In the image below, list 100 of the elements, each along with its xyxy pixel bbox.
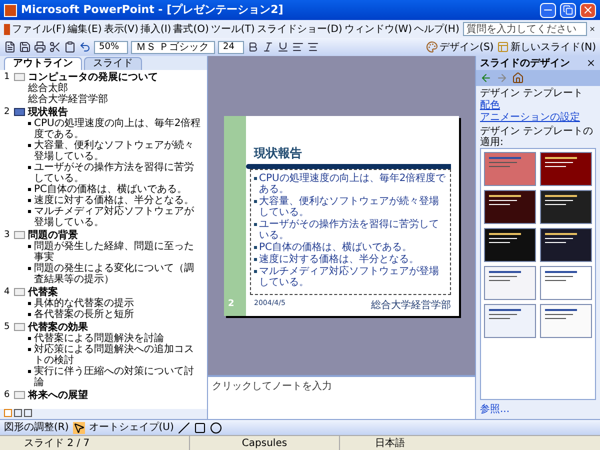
select-pointer-icon[interactable] [72,422,85,434]
back-icon[interactable] [480,72,492,84]
bullet-text: 大容量、便利なソフトウェアが続々登場している。 [259,196,440,218]
bullet-icon [28,337,31,340]
bullet-icon [254,200,257,202]
outline-title[interactable]: 問題の背景 [28,230,78,241]
sorter-view-icon[interactable] [14,409,22,417]
design-button[interactable]: デザイン(S) [426,40,494,54]
outline-text: 実行に伴う圧縮への対策について討論 [34,366,195,388]
menu-item[interactable]: ウィンドウ(W) [344,22,412,36]
outline-title[interactable]: 将来への展望 [28,390,88,401]
close-button[interactable] [580,2,596,18]
bullet-icon [254,246,257,248]
slide-title: 現状報告 [252,144,303,162]
template-thumbnail[interactable] [484,304,536,338]
menu-item[interactable]: スライドショー(D) [256,22,342,36]
outline-text: 対応策による問題解決への追加コストの検討 [34,344,195,366]
template-thumbnail[interactable] [484,228,536,262]
outline-text: 大容量、便利なソフトウェアが続々登場している。 [34,140,195,162]
bullet-icon [28,199,31,202]
notes-field[interactable]: クリックしてノートを入力 [208,375,475,419]
slide-footer: 総合大学経営学部 [371,298,451,312]
outline-text: PC自体の価格は、横ばいである。 [34,184,188,195]
zoom-field[interactable]: 50% [94,40,128,54]
bold-icon[interactable] [247,41,259,53]
outline-title[interactable]: コンピュータの発展について [28,72,158,83]
paste-icon[interactable] [64,41,76,53]
italic-icon[interactable] [262,41,274,53]
template-thumbnail[interactable] [540,190,592,224]
align-left-icon[interactable] [292,41,304,53]
close-icon [582,4,594,16]
bullet-icon [254,222,257,226]
status-design: Capsules [190,436,340,450]
new-icon[interactable] [4,41,16,53]
menu-item[interactable]: ファイル(F) [12,22,66,36]
template-thumbnail[interactable] [484,152,536,186]
template-thumbnail[interactable] [540,266,592,300]
task-pane-title: スライドのデザイン [480,56,571,70]
slide-number: 2 [4,107,11,118]
restore-button[interactable] [560,2,576,18]
align-center-icon[interactable] [307,41,319,53]
outline-text: 総合大学経営学部 [28,94,108,105]
task-link[interactable]: デザイン テンプレート [480,88,596,100]
template-thumbnail[interactable] [484,266,536,300]
new-slide-button[interactable]: 新しいスライド(N) [496,40,596,54]
normal-view-icon[interactable] [4,409,12,417]
rectangle-icon[interactable] [194,422,206,434]
outline-title[interactable]: 代替案の効果 [28,322,88,333]
browse-link[interactable]: 参照... [476,400,600,419]
template-thumbnail[interactable] [540,228,592,262]
slide-number: 1 [4,72,11,83]
oval-icon[interactable] [210,422,222,434]
cut-icon[interactable] [49,41,61,53]
menu-item[interactable]: 表示(V) [104,22,138,36]
font-field[interactable]: ＭＳ Ｐゴシック [131,40,215,54]
slide-icon[interactable] [14,108,25,116]
line-icon[interactable] [178,422,190,434]
template-thumbnail[interactable] [540,152,592,186]
outline-text: CPUの処理速度の向上は、毎年2倍程度である。 [34,118,202,140]
template-thumbnail[interactable] [484,190,536,224]
autoshape-button[interactable]: オートシェイプ(U) [88,420,174,435]
bullet-icon [28,370,31,373]
draw-menu-button[interactable]: 図形の調整(R) [4,420,69,435]
slideshow-view-icon[interactable] [24,409,32,417]
outline-title[interactable]: 代替案 [28,287,58,298]
bullet-icon [254,270,257,272]
pane-tab[interactable]: アウトライン [4,57,82,70]
slide-number-text: 2 [228,298,236,311]
slide-number: 6 [4,390,11,401]
home-icon[interactable] [512,72,524,84]
slide-number: 5 [4,322,11,333]
font-size-field[interactable]: 24 [218,40,244,54]
underline-icon[interactable] [277,41,289,53]
bullet-icon [254,176,257,180]
pane-tab[interactable]: スライド [84,57,142,70]
bullet-icon [28,166,31,169]
menu-item[interactable]: 編集(E) [68,22,102,36]
outline-text: 総合太郎 [28,83,68,94]
slide-number: 4 [4,287,11,298]
outline-text: 具体的な代替案の提示 [34,298,134,309]
close-icon[interactable] [586,58,596,68]
task-link[interactable]: 配色 [480,100,596,112]
undo-icon[interactable] [79,41,91,53]
outline-title[interactable]: 現状報告 [28,107,68,118]
bullet-icon [28,122,31,125]
menu-item[interactable]: 書式(O) [173,22,209,36]
print-icon[interactable] [34,41,46,53]
outline-text: 問題の発生による変化について（調査結果等の提示） [34,263,195,285]
bullet-icon [28,144,31,147]
minimize-button[interactable] [540,2,556,18]
template-thumbnail[interactable] [540,304,592,338]
help-search-field[interactable]: 質問を入力してください [463,22,588,36]
save-icon[interactable] [19,41,31,53]
bullet-icon [28,188,31,191]
slide-number: 3 [4,230,11,241]
menu-item[interactable]: 挿入(I) [140,22,172,36]
outline-text: 代替案による問題解決を討論 [34,333,164,344]
menu-item[interactable]: ヘルプ(H) [414,22,460,36]
task-link[interactable]: アニメーションの設定 [480,112,596,124]
menu-item[interactable]: ツール(T) [210,22,255,36]
